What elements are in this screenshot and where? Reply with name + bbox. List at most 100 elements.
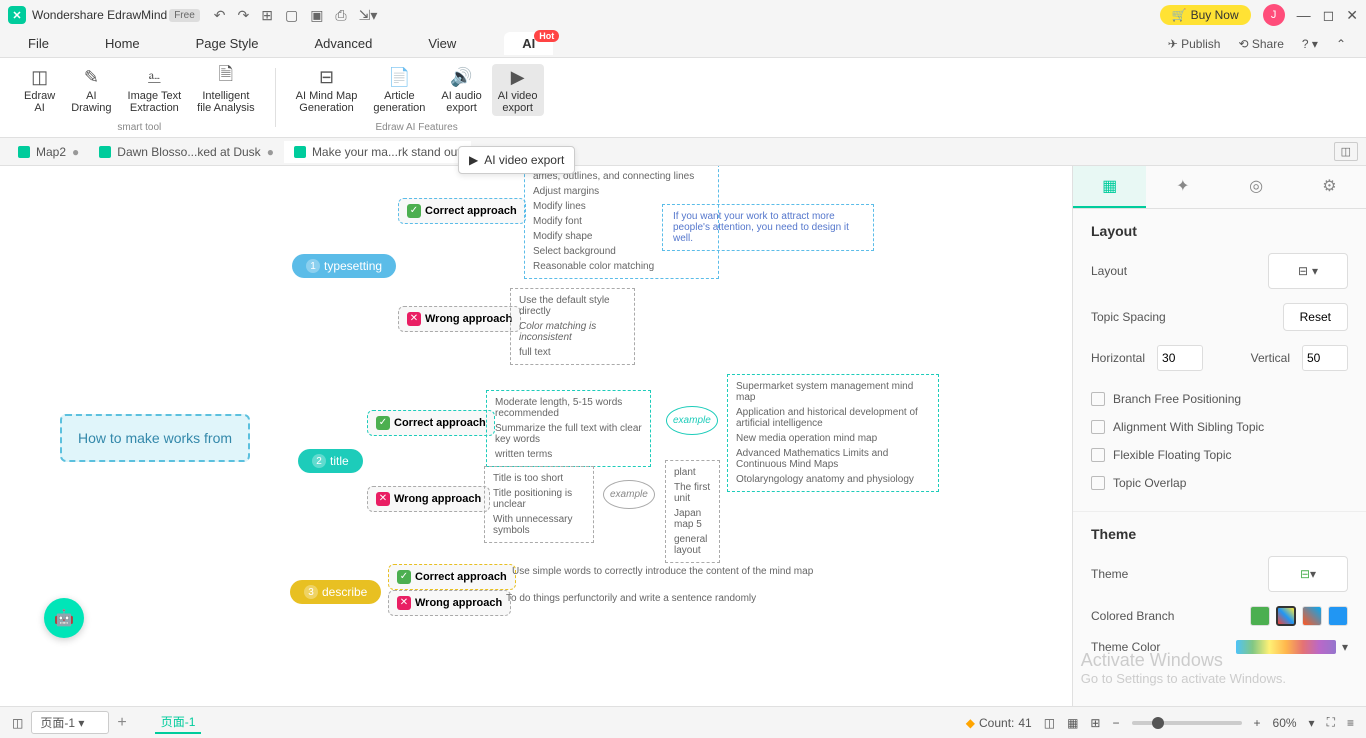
cb-alignment[interactable]: Alignment With Sibling Topic <box>1091 413 1348 441</box>
image-text-button[interactable]: ⎁Image Text Extraction <box>122 64 188 116</box>
swatch-green[interactable] <box>1250 606 1270 626</box>
callout-note[interactable]: If you want your work to attract more pe… <box>662 204 874 251</box>
correct-approach-1[interactable]: ✓Correct approach <box>398 198 526 224</box>
video-export-button[interactable]: ▶AI video export <box>492 64 544 116</box>
tab-close-icon[interactable]: ● <box>72 145 79 159</box>
chevron-down-icon[interactable]: ▾ <box>1342 640 1348 654</box>
zoom-in-icon[interactable]: + <box>1254 716 1261 730</box>
tooltip: ▶ AI video export <box>458 146 575 174</box>
describe-wrong-detail[interactable]: To do things perfunctorily and write a s… <box>506 593 756 604</box>
menu-home[interactable]: Home <box>97 32 148 55</box>
example-oval-2[interactable]: example <box>603 480 655 509</box>
undo-icon[interactable]: ↶ <box>214 7 226 24</box>
buy-now-button[interactable]: 🛒Buy Now <box>1160 5 1251 25</box>
checkbox[interactable] <box>1091 476 1105 490</box>
wrong-approach-3[interactable]: ✕Wrong approach <box>388 590 511 616</box>
menu-ai[interactable]: AIHot <box>504 32 553 55</box>
menu-page-style[interactable]: Page Style <box>188 32 267 55</box>
cb-branch-free[interactable]: Branch Free Positioning <box>1091 385 1348 413</box>
checkbox[interactable] <box>1091 448 1105 462</box>
zoom-out-icon[interactable]: − <box>1112 716 1119 730</box>
checkbox[interactable] <box>1091 392 1105 406</box>
checkbox[interactable] <box>1091 420 1105 434</box>
panel-toggle-icon[interactable]: ≡ <box>1347 716 1354 730</box>
minimize-icon[interactable]: — <box>1297 7 1311 23</box>
export-icon[interactable]: ⇲▾ <box>359 7 378 24</box>
fullscreen-icon[interactable]: ⛶ <box>1327 715 1335 730</box>
audio-export-button[interactable]: 🔊AI audio export <box>435 64 487 116</box>
ai-drawing-button[interactable]: ✎AI Drawing <box>65 64 117 116</box>
save-icon[interactable]: ▣ <box>310 7 323 24</box>
page-tab-active[interactable]: 页面-1 <box>155 711 202 734</box>
page-dropdown[interactable]: 页面-1 ▾ <box>31 711 109 734</box>
swatch-alt[interactable] <box>1302 606 1322 626</box>
zoom-thumb[interactable] <box>1152 717 1164 729</box>
canvas[interactable]: How to make works from 1typesetting 2tit… <box>0 166 1072 706</box>
new-icon[interactable]: ⊞ <box>261 7 273 24</box>
theme-select[interactable]: ⊟▾ <box>1268 556 1348 592</box>
details-correct-title[interactable]: Moderate length, 5-15 words recommended … <box>486 390 651 467</box>
share-button[interactable]: ⟲ Share <box>1238 37 1283 51</box>
publish-button[interactable]: ✈ Publish <box>1168 37 1221 51</box>
sub-title[interactable]: 2title <box>298 449 363 473</box>
reset-button[interactable]: Reset <box>1283 303 1348 331</box>
zoom-value[interactable]: 60% <box>1273 716 1297 730</box>
view-icon-2[interactable]: ▦ <box>1067 716 1078 730</box>
badge-3: 3 <box>304 585 318 599</box>
correct-label: Correct approach <box>415 571 507 583</box>
details-wrong-examples[interactable]: plant The first unit Japan map 5 general… <box>665 460 720 563</box>
mind-map-gen-button[interactable]: ⊟AI Mind Map Generation <box>290 64 364 116</box>
correct-approach-2[interactable]: ✓Correct approach <box>367 410 495 436</box>
cb-flexible[interactable]: Flexible Floating Topic <box>1091 441 1348 469</box>
open-icon[interactable]: ▢ <box>285 7 298 24</box>
print-icon[interactable]: ⎙ <box>335 7 346 24</box>
root-node[interactable]: How to make works from <box>60 414 250 462</box>
details-title-examples[interactable]: Supermarket system management mind map A… <box>727 374 939 492</box>
cb-overlap[interactable]: Topic Overlap <box>1091 469 1348 497</box>
redo-icon[interactable]: ↷ <box>237 7 249 24</box>
user-avatar[interactable]: J <box>1263 4 1285 26</box>
doc-tab-2[interactable]: Dawn Blosso...ked at Dusk● <box>89 141 284 163</box>
doc-tab-1[interactable]: Map2● <box>8 141 89 163</box>
doc-tab-3[interactable]: Make your ma...rk stand out <box>284 141 471 163</box>
layout-toggle-icon[interactable]: ◫ <box>1334 142 1358 161</box>
wrong-approach-1[interactable]: ✕Wrong approach <box>398 306 521 332</box>
panel-tab-layout[interactable]: ▦ <box>1073 166 1146 208</box>
cb-label: Branch Free Positioning <box>1113 392 1241 406</box>
sidebar-toggle-icon[interactable]: ◫ <box>12 716 23 730</box>
details-wrong-title[interactable]: Title is too short Title positioning is … <box>484 466 594 543</box>
zoom-slider[interactable] <box>1132 721 1242 725</box>
details-wrong-typesetting[interactable]: Use the default style directly Color mat… <box>510 288 635 365</box>
vertical-input[interactable] <box>1302 345 1348 371</box>
sub-typesetting[interactable]: 1typesetting <box>292 254 396 278</box>
collapse-icon[interactable]: ⌃ <box>1336 37 1346 51</box>
tab-close-icon[interactable]: ● <box>267 145 274 159</box>
detail-item: written terms <box>495 447 642 462</box>
file-analysis-button[interactable]: 🗎Intelligent file Analysis <box>191 64 260 116</box>
menu-file[interactable]: File <box>20 32 57 55</box>
sub-describe[interactable]: 3describe <box>290 580 381 604</box>
layout-select[interactable]: ⊟▾ <box>1268 253 1348 289</box>
edraw-ai-button[interactable]: ◫Edraw AI <box>18 64 61 116</box>
maximize-icon[interactable]: ◻ <box>1323 7 1335 24</box>
swatch-multi[interactable] <box>1276 606 1296 626</box>
add-page-icon[interactable]: + <box>117 714 126 732</box>
menu-advanced[interactable]: Advanced <box>307 32 381 55</box>
panel-tab-style[interactable]: ✦ <box>1146 166 1219 208</box>
wrong-approach-2[interactable]: ✕Wrong approach <box>367 486 490 512</box>
describe-correct-detail[interactable]: Use simple words to correctly introduce … <box>512 566 813 577</box>
panel-tab-settings[interactable]: ⚙ <box>1293 166 1366 208</box>
view-icon-1[interactable]: ◫ <box>1044 716 1055 730</box>
swatch-blue[interactable] <box>1328 606 1348 626</box>
horizontal-input[interactable] <box>1157 345 1203 371</box>
panel-tab-position[interactable]: ◎ <box>1220 166 1293 208</box>
article-gen-button[interactable]: 📄Article generation <box>367 64 431 116</box>
example-oval-1[interactable]: example <box>666 406 718 435</box>
close-icon[interactable]: ✕ <box>1346 7 1358 24</box>
correct-approach-3[interactable]: ✓Correct approach <box>388 564 516 590</box>
ai-chat-button[interactable]: 🤖 <box>44 598 84 638</box>
view-icon-3[interactable]: ⊞ <box>1090 716 1100 730</box>
menu-view[interactable]: View <box>420 32 464 55</box>
help-icon[interactable]: ? ▾ <box>1302 37 1318 51</box>
chevron-down-icon[interactable]: ▾ <box>1309 716 1315 730</box>
